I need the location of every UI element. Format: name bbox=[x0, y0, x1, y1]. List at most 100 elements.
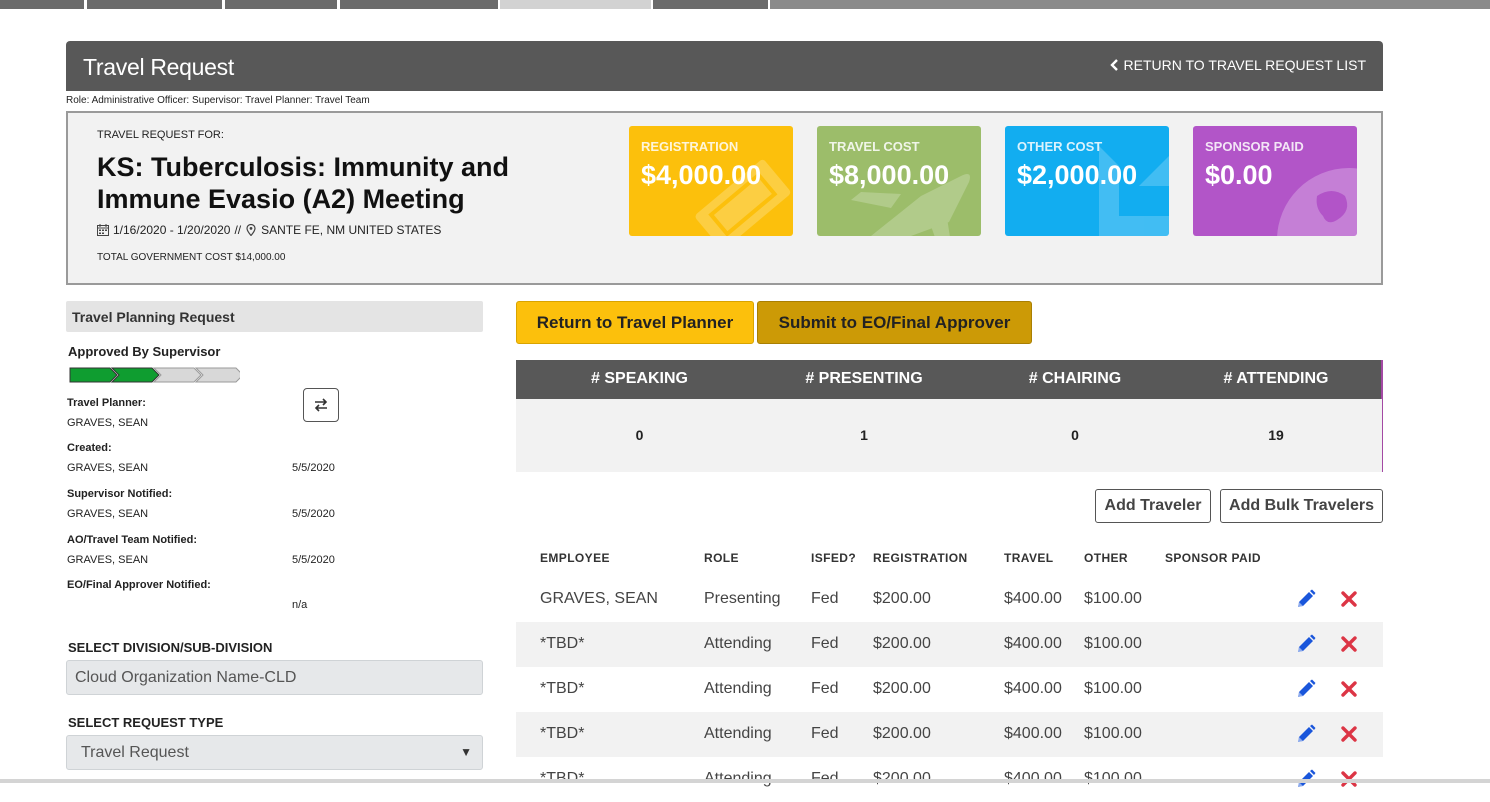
submit-to-final-approver-button[interactable]: Submit to EO/Final Approver bbox=[757, 301, 1032, 344]
progress-step-complete bbox=[69, 367, 118, 383]
request-type-value: Travel Request bbox=[81, 744, 189, 761]
column-header-sponsor-paid: SPONSOR PAID bbox=[1165, 551, 1261, 565]
division-field[interactable]: Cloud Organization Name-CLD bbox=[66, 660, 483, 695]
column-header-other: OTHER bbox=[1084, 551, 1128, 565]
sponsor-paid-label: SPONSOR PAID bbox=[1205, 139, 1304, 154]
column-header-isfed: ISFED? bbox=[811, 551, 857, 565]
cell-isfed: Fed bbox=[811, 725, 839, 742]
cell-role: Attending bbox=[704, 635, 772, 652]
event-when-where: 1/16/2020 - 1/20/2020 // SANTE FE, NM UN… bbox=[97, 223, 441, 237]
delete-x-icon[interactable] bbox=[1341, 681, 1357, 697]
top-tab[interactable] bbox=[340, 0, 498, 9]
edit-pencil-icon[interactable] bbox=[1296, 634, 1316, 654]
approval-status: Approved By Supervisor bbox=[68, 344, 221, 359]
top-strip-fill bbox=[770, 0, 1490, 9]
caret-down-icon: ▼ bbox=[460, 745, 472, 759]
cell-isfed: Fed bbox=[811, 590, 839, 607]
history-label: Supervisor Notified: bbox=[67, 488, 173, 500]
history-label: EO/Final Approver Notified: bbox=[67, 579, 211, 591]
cell-other: $100.00 bbox=[1084, 680, 1142, 697]
travel-cost-label: TRAVEL COST bbox=[829, 139, 920, 154]
edit-pencil-icon[interactable] bbox=[1296, 589, 1316, 609]
delete-x-icon[interactable] bbox=[1341, 726, 1357, 742]
stat-value-presenting: 1 bbox=[860, 427, 868, 443]
add-traveler-button[interactable]: Add Traveler bbox=[1095, 489, 1211, 523]
top-tab[interactable] bbox=[653, 0, 768, 9]
add-bulk-travelers-button[interactable]: Add Bulk Travelers bbox=[1220, 489, 1383, 523]
other-cost-label: OTHER COST bbox=[1017, 139, 1103, 154]
request-type-label: SELECT REQUEST TYPE bbox=[68, 715, 224, 730]
other-cost-card: OTHER COST $2,000.00 bbox=[1005, 126, 1169, 236]
stat-header-chairing: # CHAIRING bbox=[1028, 370, 1122, 387]
progress-step-pending bbox=[152, 367, 202, 383]
cell-travel: $400.00 bbox=[1004, 680, 1062, 697]
calendar-icon bbox=[97, 224, 109, 236]
participation-stats-header: # SPEAKING # PRESENTING # CHAIRING # ATT… bbox=[516, 360, 1383, 399]
reassign-button[interactable] bbox=[303, 388, 339, 422]
role-line: Role: Administrative Officer: Supervisor… bbox=[66, 95, 370, 106]
stat-header-speaking: # SPEAKING bbox=[591, 370, 688, 387]
top-tab-strip bbox=[0, 0, 1490, 9]
sponsor-paid-amount: $0.00 bbox=[1205, 160, 1273, 190]
other-cost-amount: $2,000.00 bbox=[1017, 160, 1138, 190]
stat-header-presenting: # PRESENTING bbox=[805, 370, 923, 387]
division-value: Cloud Organization Name-CLD bbox=[75, 669, 297, 686]
stat-value-chairing: 0 bbox=[1071, 427, 1079, 443]
stat-value-attending: 19 bbox=[1268, 427, 1284, 443]
history-label: Created: bbox=[67, 442, 112, 454]
event-location: SANTE FE, NM UNITED STATES bbox=[261, 223, 442, 237]
page-title: Travel Request bbox=[83, 54, 234, 80]
swap-icon bbox=[314, 398, 328, 412]
column-header-registration: REGISTRATION bbox=[873, 551, 968, 565]
cell-other: $100.00 bbox=[1084, 590, 1142, 607]
return-to-travel-planner-button[interactable]: Return to Travel Planner bbox=[516, 301, 754, 344]
history-person: GRAVES, SEAN bbox=[67, 417, 149, 429]
history-person: GRAVES, SEAN bbox=[67, 508, 149, 520]
progress-step-complete bbox=[110, 367, 160, 383]
page-header: Travel Request RETURN TO TRAVEL REQUEST … bbox=[66, 41, 1383, 91]
top-tab[interactable] bbox=[0, 0, 84, 9]
history-person: GRAVES, SEAN bbox=[67, 462, 149, 474]
column-header-travel: TRAVEL bbox=[1004, 551, 1054, 565]
registration-amount: $4,000.00 bbox=[641, 160, 762, 190]
column-header-role: ROLE bbox=[704, 551, 739, 565]
cell-travel: $400.00 bbox=[1004, 725, 1062, 742]
travel-planning-section-header: Travel Planning Request bbox=[66, 301, 483, 332]
history-label: Travel Planner: bbox=[67, 397, 146, 409]
top-tab-active[interactable] bbox=[500, 0, 651, 9]
travel-cost-amount: $8,000.00 bbox=[829, 160, 950, 190]
delete-x-icon[interactable] bbox=[1341, 591, 1357, 607]
request-type-select[interactable]: Travel Request ▼ bbox=[66, 735, 483, 770]
top-tab[interactable] bbox=[225, 0, 337, 9]
column-header-employee: EMPLOYEE bbox=[540, 551, 610, 565]
cell-travel: $400.00 bbox=[1004, 590, 1062, 607]
history-date: 5/5/2020 bbox=[292, 554, 335, 566]
cell-registration: $200.00 bbox=[873, 590, 931, 607]
delete-x-icon[interactable] bbox=[1341, 636, 1357, 652]
cell-isfed: Fed bbox=[811, 680, 839, 697]
cell-registration: $200.00 bbox=[873, 680, 931, 697]
cell-other: $100.00 bbox=[1084, 725, 1142, 742]
cell-employee: *TBD* bbox=[540, 725, 585, 742]
top-tab[interactable] bbox=[87, 0, 222, 9]
return-to-list-link[interactable]: RETURN TO TRAVEL REQUEST LIST bbox=[1109, 57, 1366, 73]
edit-pencil-icon[interactable] bbox=[1296, 679, 1316, 699]
section-title: Travel Planning Request bbox=[72, 309, 235, 325]
table-row: *TBD* Attending Fed $200.00 $400.00 $100.00 bbox=[516, 622, 1383, 667]
history-label: AO/Travel Team Notified: bbox=[67, 534, 197, 546]
cell-role: Attending bbox=[704, 680, 772, 697]
cell-employee: *TBD* bbox=[540, 680, 585, 697]
history-date: n/a bbox=[292, 599, 308, 611]
registration-label: REGISTRATION bbox=[641, 139, 739, 154]
request-summary: TRAVEL REQUEST FOR: KS: Tuberculosis: Im… bbox=[66, 111, 1383, 285]
table-row: *TBD* Attending Fed $200.00 $400.00 $100.00 bbox=[516, 667, 1383, 712]
registration-card: REGISTRATION $4,000.00 bbox=[629, 126, 793, 236]
total-government-cost: TOTAL GOVERNMENT COST $14,000.00 bbox=[97, 252, 286, 263]
request-for-label: TRAVEL REQUEST FOR: bbox=[97, 129, 224, 141]
stat-value-speaking: 0 bbox=[635, 427, 644, 443]
progress-step-pending bbox=[194, 367, 240, 383]
event-dates: 1/16/2020 - 1/20/2020 bbox=[113, 223, 231, 237]
approval-progress-bar bbox=[69, 367, 240, 383]
edit-pencil-icon[interactable] bbox=[1296, 724, 1316, 744]
cell-employee: *TBD* bbox=[540, 635, 585, 652]
